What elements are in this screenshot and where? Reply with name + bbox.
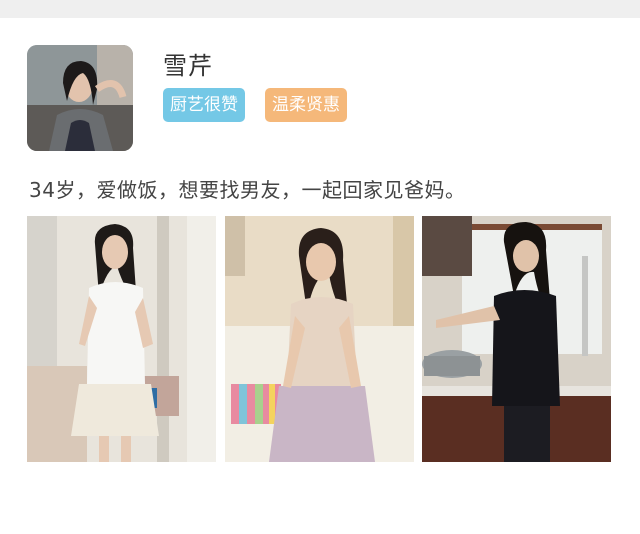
profile-card[interactable]: 雪芹 厨艺很赞 温柔贤惠 34岁，爱做饭，想要找男友，一起回家见爸妈。 xyxy=(0,18,640,534)
photo-standing[interactable] xyxy=(27,216,216,462)
profile-name: 雪芹 xyxy=(163,52,213,80)
photo-seated[interactable] xyxy=(225,216,414,462)
profile-bio: 34岁，爱做饭，想要找男友，一起回家见爸妈。 xyxy=(29,178,466,202)
avatar[interactable] xyxy=(27,45,133,151)
tag-gentle: 温柔贤惠 xyxy=(265,88,347,122)
photo-kitchen-image xyxy=(422,216,611,462)
avatar-image xyxy=(27,45,133,151)
photo-seated-image xyxy=(225,216,414,462)
top-divider-bar xyxy=(0,0,640,18)
photo-standing-image xyxy=(27,216,216,462)
photo-kitchen[interactable] xyxy=(422,216,611,462)
tag-cooking: 厨艺很赞 xyxy=(163,88,245,122)
